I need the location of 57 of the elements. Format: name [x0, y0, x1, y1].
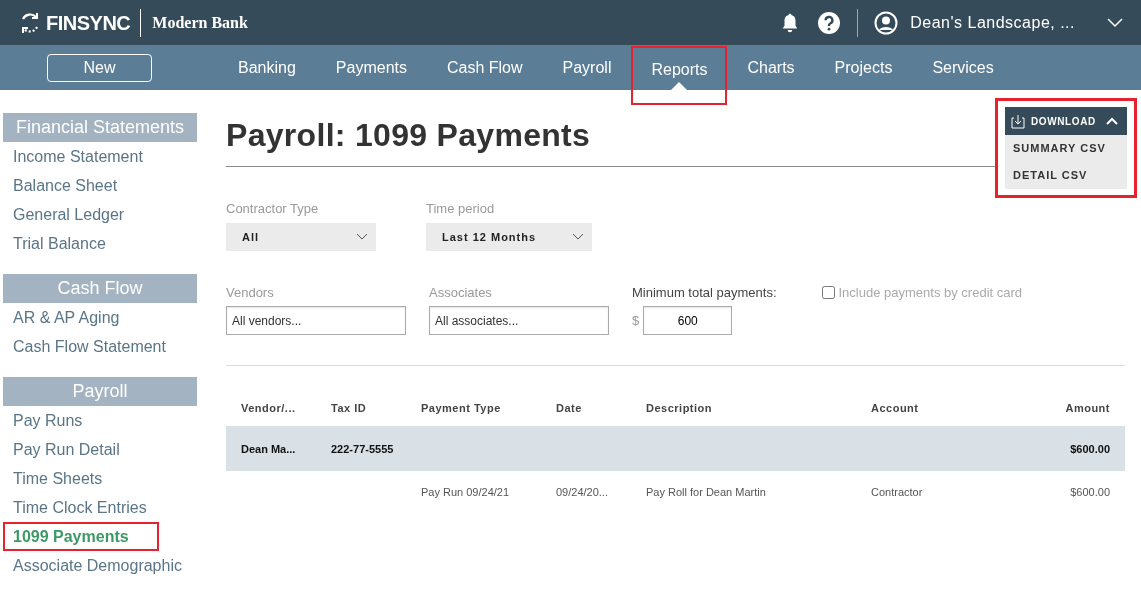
table-cell-text: Contractor [871, 484, 924, 500]
amount-field[interactable]: 600 [643, 306, 733, 336]
section-header: Financial Statements [3, 113, 197, 142]
table-cell-text: Dean Ma... [240, 441, 297, 457]
brand-name: FINSYNC [46, 10, 131, 36]
section-header: Cash Flow [3, 274, 197, 303]
column-header[interactable]: Description [646, 400, 871, 417]
column-header[interactable]: Payment Type [421, 400, 556, 417]
text-field[interactable]: All vendors... [226, 306, 406, 336]
currency-symbol: $ [632, 312, 640, 331]
account-name[interactable]: Dean's Landscape, ... [910, 10, 1075, 35]
dropdown[interactable]: Last 12 Months [426, 222, 592, 251]
text-field[interactable]: All associates... [429, 306, 609, 336]
section-header: Payroll [3, 377, 197, 406]
sidebar-link[interactable]: General Ledger [3, 200, 197, 229]
sidebar-link[interactable]: Balance Sheet [3, 171, 197, 200]
menu-item[interactable]: DETAIL CSV [1005, 162, 1127, 189]
sidebar-link[interactable]: 1099 Payments [3, 522, 159, 551]
sidebar-link[interactable]: Income Statement [3, 142, 197, 171]
nav-tab[interactable]: Payments [315, 45, 427, 90]
table-cell-text: 222-77-5555 [331, 441, 395, 457]
nav-tab[interactable]: Projects [814, 45, 913, 90]
column-header[interactable]: Vendor/... [226, 400, 331, 417]
page-title: Payroll: 1099 Payments [226, 116, 591, 155]
field-label: Minimum total payments: [632, 283, 777, 302]
nav-tab[interactable]: Payroll [542, 45, 632, 90]
sidebar-link[interactable]: Cash Flow Statement [3, 332, 197, 361]
column-header[interactable]: Account [871, 400, 1021, 417]
bank-name: Modern Bank [140, 8, 248, 37]
field-label: Vendors [226, 283, 275, 302]
field-label: Contractor Type [226, 200, 320, 219]
sidebar-link[interactable]: Trial Balance [3, 229, 197, 258]
nav-tab[interactable]: Charts [727, 45, 815, 90]
nav-tab[interactable]: Reports [631, 46, 728, 105]
sidebar-link[interactable]: Pay Runs [3, 406, 197, 435]
sidebar-link[interactable]: AR & AP Aging [3, 303, 197, 332]
nav-tab[interactable]: Banking [218, 45, 316, 90]
column-header[interactable]: Tax ID [331, 400, 421, 417]
sidebar-link[interactable]: Associate Demographic [3, 551, 197, 580]
column-header[interactable]: Date [556, 400, 646, 417]
field-label: Associates [429, 283, 493, 302]
menu-item[interactable]: SUMMARY CSV [1005, 135, 1127, 162]
table-cell-text: $600.00 [1069, 484, 1111, 500]
nav-tab[interactable]: Services [912, 45, 1014, 90]
field-label: Time period [426, 200, 496, 219]
sidebar-link[interactable]: Time Clock Entries [3, 493, 197, 522]
sidebar-link[interactable]: Pay Run Detail [3, 435, 197, 464]
sidebar-link[interactable]: Time Sheets [3, 464, 197, 493]
table-cell-text: Pay Run 09/24/21 [421, 484, 511, 500]
nav-tab[interactable]: Cash Flow [426, 45, 543, 90]
dropdown[interactable]: All [226, 222, 376, 251]
table-cell-text: 09/24/20... [556, 484, 609, 500]
table-cell-text: $600.00 [1069, 441, 1111, 457]
column-header[interactable]: Amount [1021, 400, 1125, 417]
table-cell-text: Pay Roll for Dean Martin [646, 484, 767, 500]
download-button[interactable]: DOWNLOAD [1005, 107, 1127, 135]
new-button[interactable]: New [47, 53, 152, 82]
